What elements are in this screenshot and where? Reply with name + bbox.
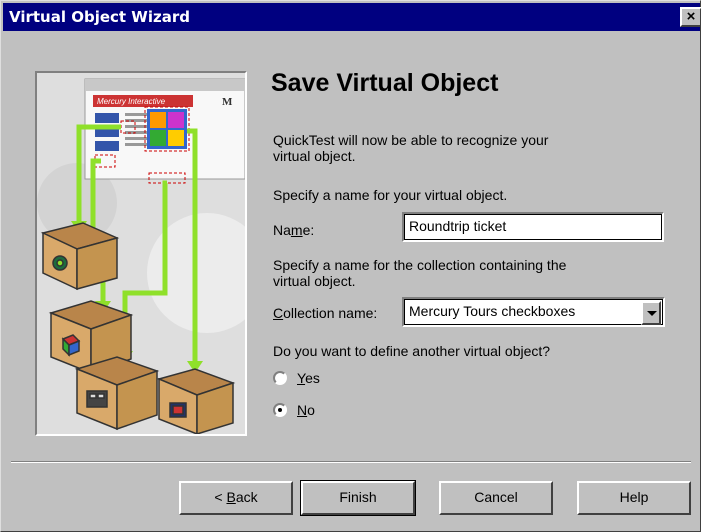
collection-combobox[interactable]: Mercury Tours checkboxes [402,297,665,327]
window-title: Virtual Object Wizard [9,8,190,26]
name-field[interactable]: Roundtrip ticket [402,212,664,242]
finish-button[interactable]: Finish [300,480,416,516]
logo-text: M [222,96,233,108]
define-another-question: Do you want to define another virtual ob… [273,343,551,359]
collection-label: Collection name: [273,305,378,321]
title-bar[interactable]: Virtual Object Wizard × [3,3,701,31]
boxes-illustration-graphic: Mercury Interactive M [37,73,245,434]
page-title: Save Virtual Object [271,69,499,97]
separator [11,461,691,463]
banner-text: Mercury Interactive [97,97,166,106]
wizard-illustration: Mercury Interactive M [35,71,247,436]
name-label: Name: [273,222,315,238]
wizard-window: Virtual Object Wizard × Mercury Interact… [0,0,701,532]
close-button[interactable]: × [680,7,701,27]
back-button[interactable]: < Back [179,481,293,515]
radio-yes-button[interactable] [273,371,287,385]
name-field-value: Roundtrip ticket [409,218,507,234]
collection-instruction-text: Specify a name for the collection contai… [273,257,567,289]
help-button[interactable]: Help [577,481,691,515]
chevron-down-icon[interactable] [641,301,661,325]
close-icon: × [686,8,696,25]
intro-text: QuickTest will now be able to recognize … [273,132,549,164]
cancel-button[interactable]: Cancel [439,481,553,515]
collection-combobox-value: Mercury Tours checkboxes [409,303,576,319]
specify-name-text: Specify a name for your virtual object. [273,187,508,203]
radio-no-label: No [297,402,315,418]
radio-yes-label: Yes [297,370,320,386]
radio-no-button[interactable] [273,403,287,417]
